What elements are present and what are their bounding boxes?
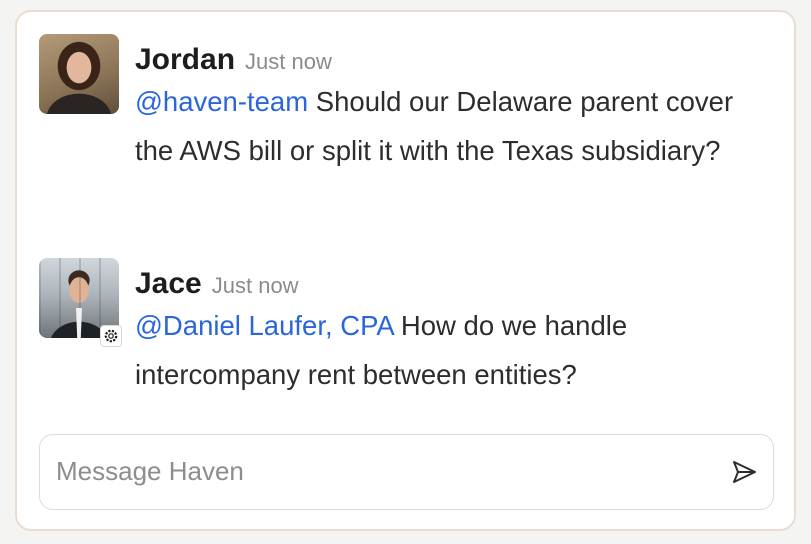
timestamp: Just now [245,49,332,74]
mention-link[interactable]: @Daniel Laufer, CPA [135,310,393,341]
message-header: Jordan Just now [135,34,774,78]
send-button[interactable] [729,457,759,487]
author-name[interactable]: Jace [135,266,202,302]
gear-badge-icon [101,326,121,346]
chat-panel: Jordan Just now @haven-team Should our D… [15,10,796,531]
message-header: Jace Just now [135,258,774,302]
message-body: @haven-team Should our Delaware parent c… [135,78,774,175]
send-icon [733,461,756,483]
message-composer [39,434,774,510]
author-name[interactable]: Jordan [135,42,235,78]
message-content: Jordan Just now @haven-team Should our D… [135,34,774,175]
timestamp: Just now [211,273,299,298]
message-input[interactable] [56,435,696,508]
message-content: Jace Just now @Daniel Laufer, CPA How do… [135,258,774,399]
message-body: @Daniel Laufer, CPA How do we handle int… [135,302,774,399]
mention-link[interactable]: @haven-team [135,86,308,117]
avatar[interactable] [39,34,119,114]
